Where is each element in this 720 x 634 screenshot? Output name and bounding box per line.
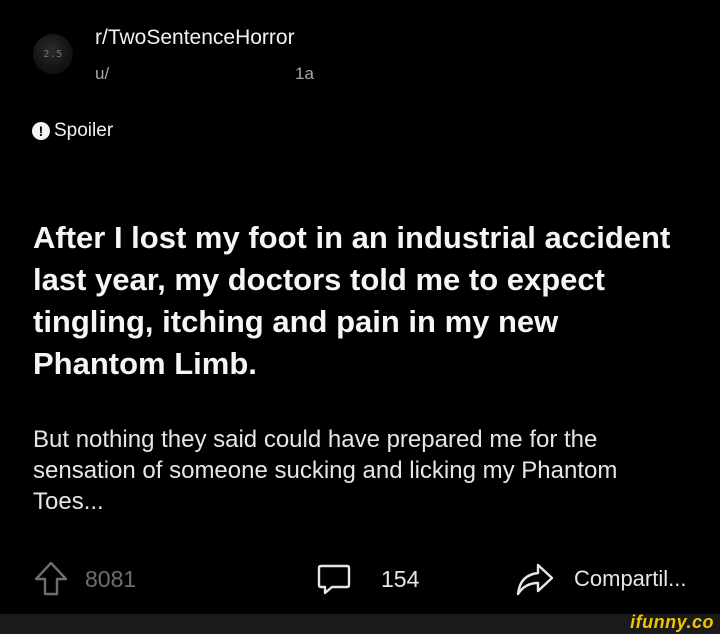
post-age: 1a	[295, 64, 314, 83]
exclamation-circle-icon: !	[32, 122, 50, 140]
ifunny-watermark: ifunny.co	[630, 612, 714, 632]
subreddit-avatar[interactable]: 2.5	[33, 34, 73, 74]
share-button[interactable]: Compartil...	[514, 555, 686, 603]
share-label: Compartil...	[574, 566, 687, 591]
upvote-count: 8081	[85, 565, 137, 592]
spoiler-tag: ! Spoiler	[32, 120, 113, 142]
post-actions: 8081 154 Compartil...	[0, 555, 720, 605]
comments-button[interactable]: 154	[315, 555, 419, 603]
post-header: 2.5 r/TwoSentenceHorror u/ 1a	[33, 26, 693, 88]
share-arrow-icon	[514, 559, 556, 599]
avatar-text: 2.5	[43, 48, 63, 60]
post-title[interactable]: After I lost my foot in an industrial ac…	[33, 217, 693, 385]
spoiler-label: Spoiler	[54, 120, 114, 141]
watermark-bar	[0, 614, 720, 634]
post-body[interactable]: But nothing they said could have prepare…	[33, 424, 683, 517]
upvote-button[interactable]: 8081	[33, 555, 136, 603]
comment-count: 154	[381, 565, 420, 592]
subreddit-name[interactable]: r/TwoSentenceHorror	[95, 26, 295, 50]
arrow-up-icon	[33, 560, 69, 598]
speech-bubble-icon	[315, 560, 353, 598]
post-author[interactable]: u/	[95, 64, 109, 84]
